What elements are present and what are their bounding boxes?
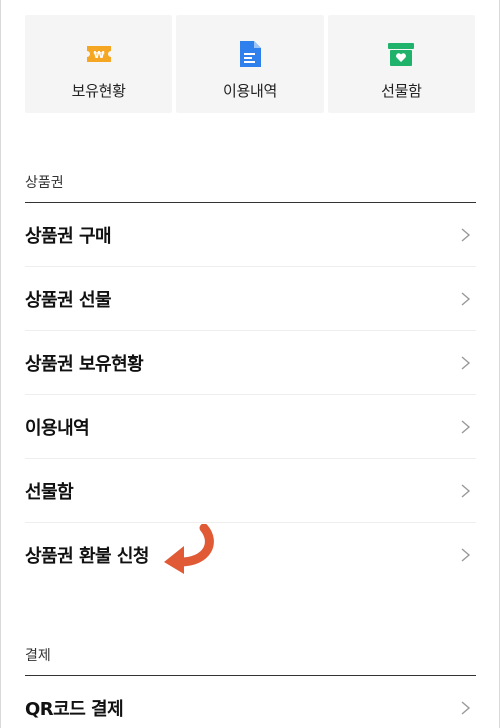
chevron-right-icon bbox=[461, 419, 471, 434]
chevron-right-icon bbox=[461, 483, 471, 498]
card-holdings[interactable]: ₩ 보유현황 bbox=[25, 15, 173, 113]
menu-item-holdings[interactable]: 상품권 보유현황 bbox=[25, 331, 476, 395]
card-giftbox[interactable]: 선물함 bbox=[327, 15, 475, 113]
card-history-label: 이용내역 bbox=[222, 82, 277, 100]
menu-item-label: 상품권 환불 신청 bbox=[25, 546, 149, 567]
menu-item-label: QR코드 결제 bbox=[25, 699, 124, 720]
menu-item-label: 이용내역 bbox=[25, 417, 90, 439]
quick-access-cards: ₩ 보유현황 이용내역 선물함 bbox=[25, 15, 475, 113]
chevron-right-icon bbox=[461, 227, 471, 242]
gift-certificate-menu: 상품권 구매 상품권 선물 상품권 보유현황 이용내역 선물함 상품권 환불 신… bbox=[25, 203, 476, 587]
chevron-right-icon bbox=[461, 291, 471, 306]
menu-item-refund[interactable]: 상품권 환불 신청 bbox=[25, 523, 476, 587]
won-ticket-icon: ₩ bbox=[85, 40, 113, 68]
menu-item-label: 상품권 구매 bbox=[25, 225, 112, 247]
menu-item-label: 상품권 선물 bbox=[25, 289, 112, 311]
section-title-gift-certificate: 상품권 bbox=[25, 175, 64, 191]
svg-text:₩: ₩ bbox=[93, 50, 104, 61]
chevron-right-icon bbox=[461, 701, 471, 715]
card-history[interactable]: 이용내역 bbox=[176, 15, 324, 113]
menu-item-label: 선물함 bbox=[25, 481, 74, 503]
menu-item-purchase[interactable]: 상품권 구매 bbox=[25, 203, 476, 267]
document-icon bbox=[236, 40, 264, 68]
section-title-payment: 결제 bbox=[25, 648, 51, 664]
menu-item-history[interactable]: 이용내역 bbox=[25, 395, 476, 459]
card-holdings-label: 보유현황 bbox=[71, 82, 126, 100]
menu-item-qr-payment[interactable]: QR코드 결제 bbox=[25, 676, 476, 728]
chevron-right-icon bbox=[461, 548, 471, 562]
highlight-arrow-icon bbox=[164, 524, 214, 574]
payment-menu: QR코드 결제 bbox=[25, 676, 476, 728]
chevron-right-icon bbox=[461, 355, 471, 370]
gift-box-icon bbox=[387, 40, 415, 68]
card-giftbox-label: 선물함 bbox=[381, 82, 422, 100]
menu-item-giftbox[interactable]: 선물함 bbox=[25, 459, 476, 523]
menu-item-gift[interactable]: 상품권 선물 bbox=[25, 267, 476, 331]
menu-item-label: 상품권 보유현황 bbox=[25, 353, 144, 375]
